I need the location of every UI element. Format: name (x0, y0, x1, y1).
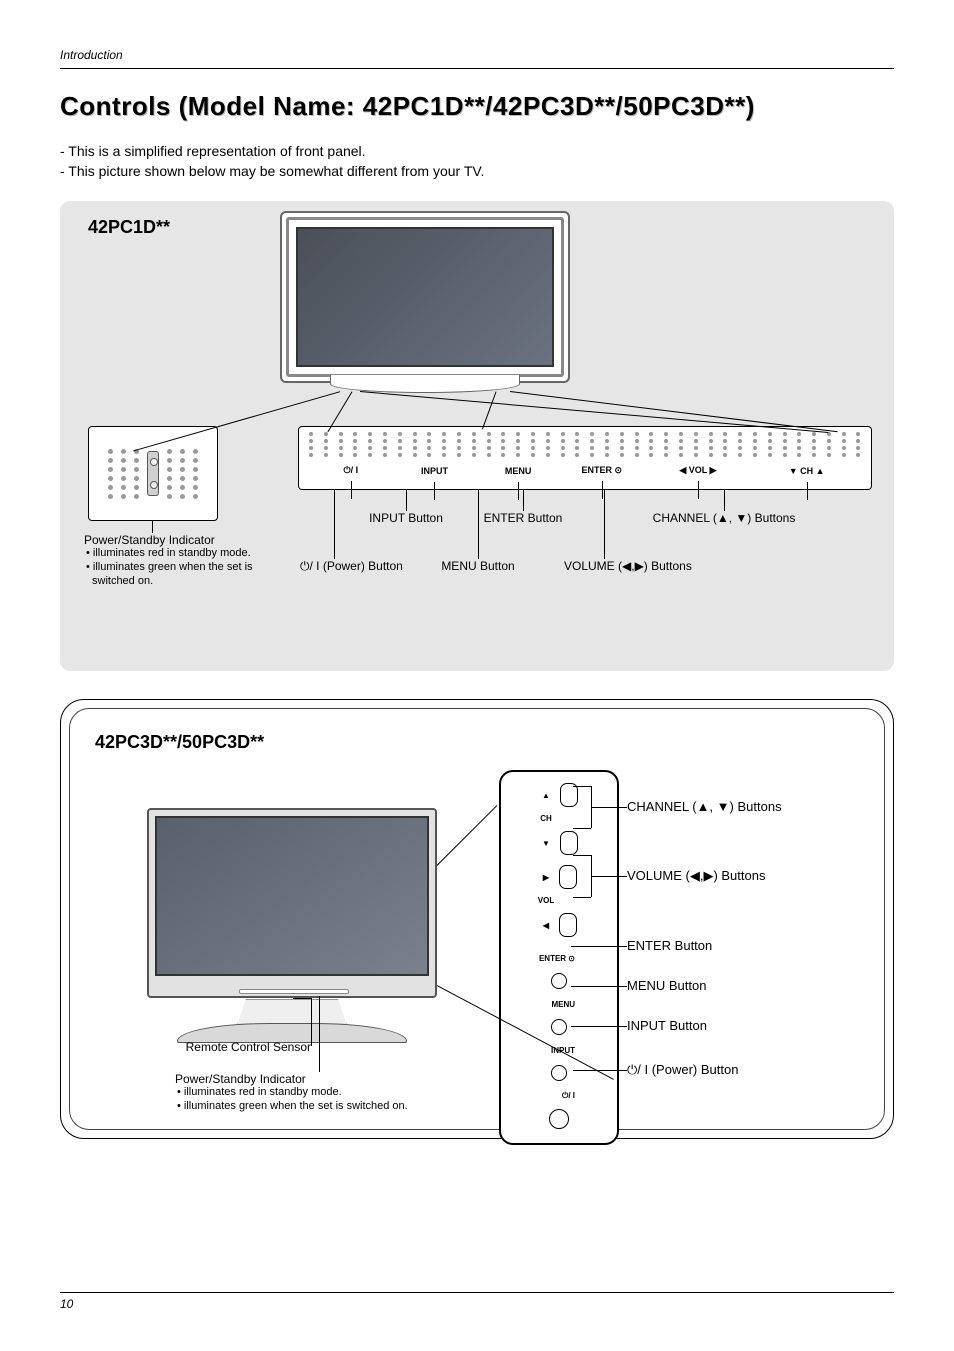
enter-button (551, 973, 567, 989)
page-title: Controls (Model Name: 42PC1D**/42PC3D**/… (60, 91, 894, 122)
button-strip-detail: ⏻/ I INPUT MENU ENTER ⊙ ◀ VOL ▶ ▼ CH ▲ (298, 426, 872, 490)
power-standby-callout-2: Power/Standby Indicator • illuminates re… (175, 1072, 555, 1114)
power-standby-note-2b: • illuminates green when the set is swit… (175, 1100, 555, 1114)
tv-illustration-1 (280, 211, 570, 401)
input-button-label: INPUT Button (627, 1018, 707, 1033)
power-strip-label: ⏻/ I (344, 465, 359, 475)
left-arrow-icon: ◀ (543, 921, 549, 930)
section-header: Introduction (60, 48, 894, 69)
ch-strip-label: ▼ CH ▲ (789, 466, 825, 476)
vol-down-button (559, 913, 577, 937)
enter-button-callout: ENTER Button (468, 511, 578, 525)
remote-sensor-callout: Remote Control Sensor (131, 1040, 311, 1054)
volume-buttons-label: VOLUME (◀,▶) Buttons (627, 868, 765, 884)
input-button-callout: INPUT Button (356, 511, 456, 525)
up-arrow-icon: ▲ (542, 791, 550, 800)
intro-line-1: - This is a simplified representation of… (60, 142, 894, 162)
volume-button-callout: VOLUME (◀,▶) Buttons (564, 559, 694, 573)
menu-label: MENU (539, 1000, 575, 1009)
page-number: 10 (60, 1292, 894, 1311)
power-standby-title-2: Power/Standby Indicator (175, 1072, 555, 1086)
intro-text: - This is a simplified representation of… (60, 142, 894, 181)
menu-button-label: MENU Button (627, 978, 706, 993)
power-standby-note-1b: • illuminates red in standby mode. (175, 1086, 555, 1100)
power-standby-title: Power/Standby Indicator (84, 533, 294, 547)
enter-label: ENTER ⊙ (539, 954, 575, 963)
sensor-window-detail (88, 426, 218, 521)
power-button-label: ⏻/ I (Power) Button (627, 1062, 738, 1078)
input-strip-label: INPUT (421, 466, 448, 476)
intro-line-2: - This picture shown below may be somewh… (60, 162, 894, 182)
power-button-callout: ⏻/ I (Power) Button (300, 559, 410, 574)
menu-strip-label: MENU (505, 466, 532, 476)
model-42pc3d-panel: 42PC3D**/50PC3D** ▲ CH ▼ ▶ VOL ◀ ENTER ⊙… (60, 699, 894, 1139)
channel-button-callout: CHANNEL (▲, ▼) Buttons (644, 511, 804, 525)
down-arrow-icon: ▼ (542, 839, 550, 848)
model-label-2: 42PC3D**/50PC3D** (95, 732, 264, 753)
power-standby-callout: Power/Standby Indicator • illuminates re… (84, 533, 294, 588)
power-standby-note-1: • illuminates red in standby mode. (84, 547, 294, 561)
ch-down-button (560, 831, 578, 855)
menu-button-callout: MENU Button (428, 559, 528, 573)
tv-illustration-2 (147, 808, 437, 1043)
vol-up-button (559, 865, 577, 889)
power-standby-note-2: • illuminates green when the set is swit… (84, 561, 294, 589)
vol-label: VOL (538, 897, 554, 906)
menu-button (551, 1019, 567, 1035)
enter-button-label: ENTER Button (627, 938, 712, 953)
vol-strip-label: ◀ VOL ▶ (679, 465, 716, 475)
model-42pc1d-panel: 42PC1D** (60, 201, 894, 671)
enter-strip-label: ENTER ⊙ (581, 465, 622, 475)
right-arrow-icon: ▶ (543, 873, 549, 882)
ch-label: CH (540, 815, 552, 824)
channel-buttons-label: CHANNEL (▲, ▼) Buttons (627, 799, 782, 814)
